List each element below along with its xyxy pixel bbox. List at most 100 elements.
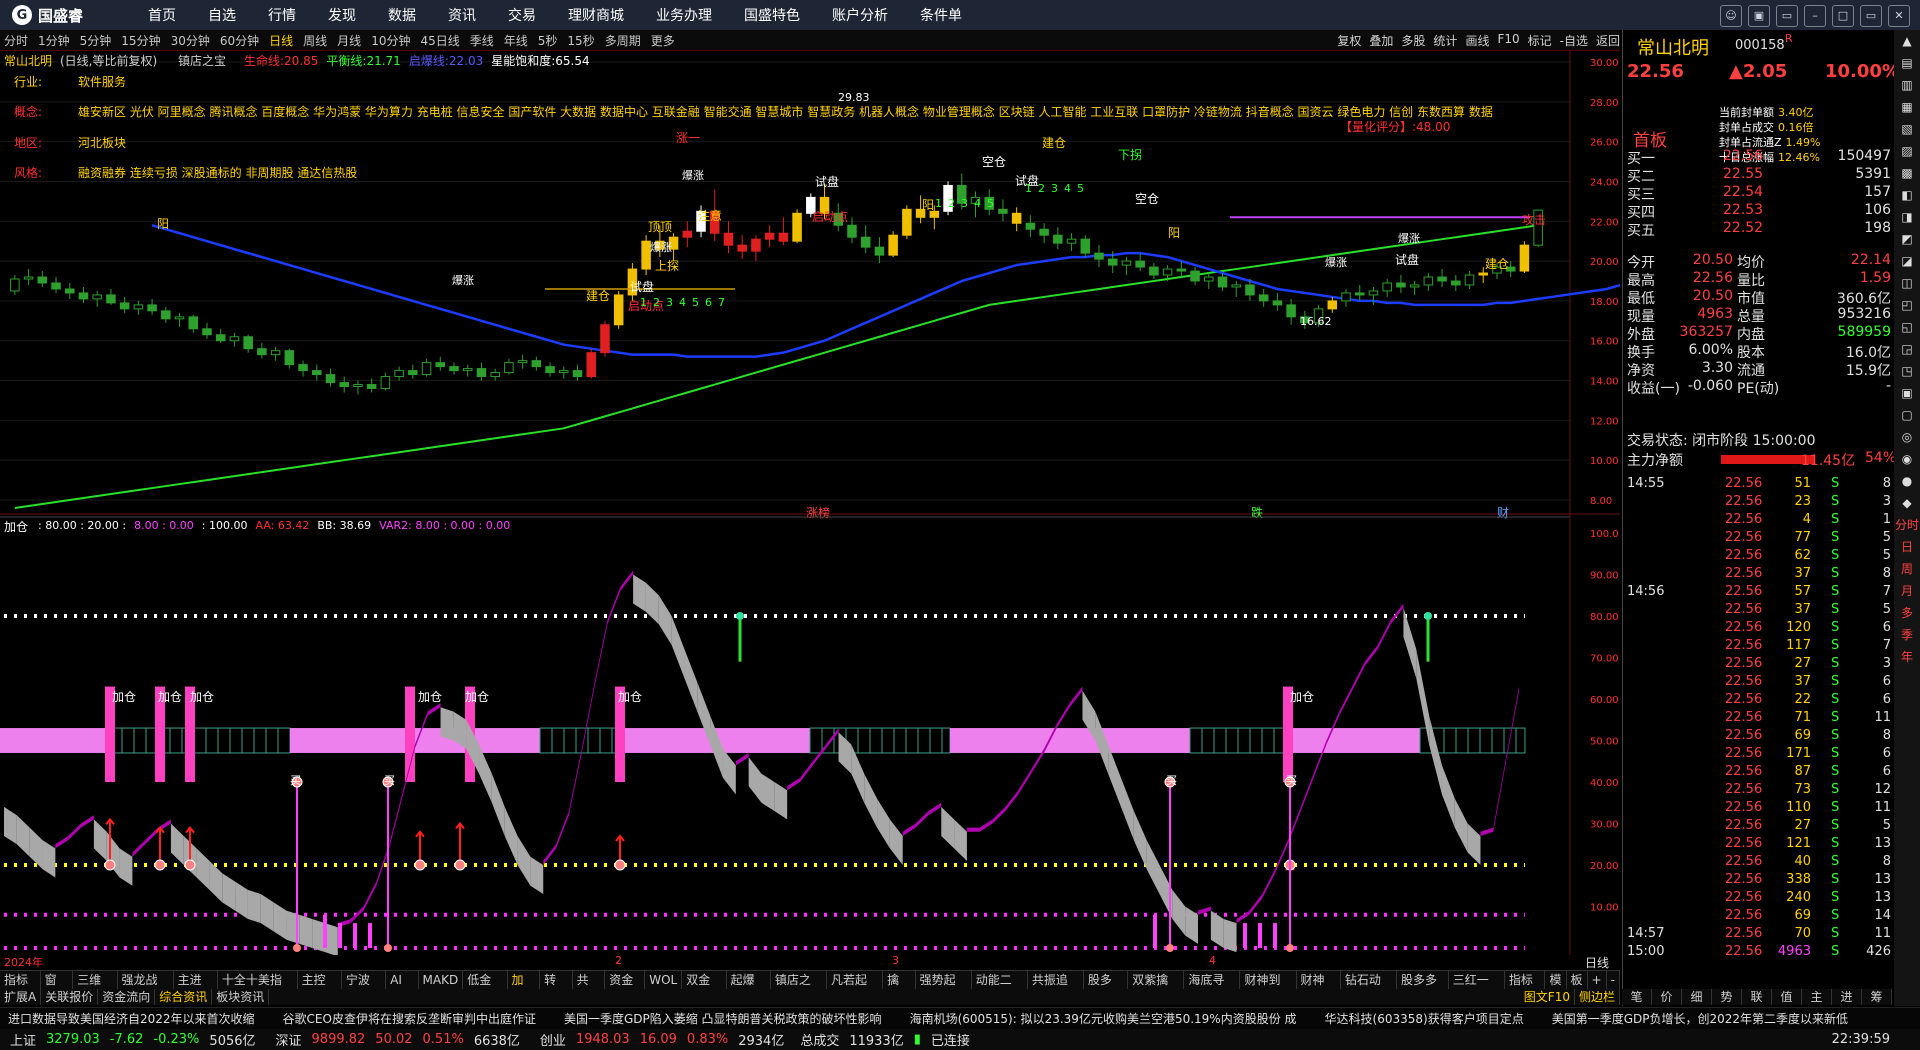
candle[interactable] — [23, 269, 34, 285]
index-name-2[interactable]: 创业 — [540, 1030, 566, 1049]
candle[interactable] — [586, 348, 596, 379]
order-row-2[interactable]: 买三 22.54 157 — [1627, 184, 1891, 203]
indicator-tab-14[interactable]: 资金2 — [605, 971, 646, 1005]
quote-tab-2[interactable]: 细 — [1682, 989, 1712, 1005]
tick-row[interactable]: 22.56 40 S 8 — [1627, 854, 1891, 872]
ext-tab-3[interactable]: 综合资讯 — [155, 989, 213, 1005]
candle[interactable] — [51, 277, 61, 293]
period-tab-5[interactable]: 60分钟 — [220, 32, 259, 49]
candle[interactable] — [339, 376, 349, 393]
chart-tool-5[interactable]: F10 — [1497, 32, 1519, 49]
candle[interactable] — [133, 300, 144, 315]
indicator-tab-25[interactable]: 双紫擒龙 — [1128, 971, 1185, 1005]
period-tab-13[interactable]: 5秒 — [538, 32, 558, 49]
toolbar-icon-17[interactable]: ▢ — [1894, 404, 1920, 426]
tick-row[interactable]: 22.56 71 S 11 — [1627, 710, 1891, 728]
tick-row[interactable]: 22.56 27 S 3 — [1627, 656, 1891, 674]
candle[interactable] — [504, 358, 514, 375]
candle[interactable] — [1149, 263, 1159, 280]
tick-row[interactable]: 22.56 87 S 6 — [1627, 764, 1891, 782]
candle[interactable] — [421, 358, 432, 377]
tick-row[interactable]: 22.56 240 S 13 — [1627, 890, 1891, 908]
period-tab-4[interactable]: 30分钟 — [171, 32, 210, 49]
toolbar-icon-20[interactable]: ● — [1894, 470, 1920, 492]
indicator-tab-24[interactable]: 股多多 — [1084, 971, 1129, 1005]
toolbar-icon-3[interactable]: ▦ — [1894, 96, 1920, 118]
menu-item-4[interactable]: 数据 — [388, 5, 416, 25]
candle[interactable] — [517, 354, 528, 369]
chart-tool-0[interactable]: 复权 — [1337, 32, 1361, 49]
candle[interactable] — [874, 237, 885, 264]
chart-tool-6[interactable]: 标记 — [1528, 32, 1552, 49]
indicator-tab-9[interactable]: MAKD — [419, 971, 464, 989]
index-name-0[interactable]: 上证 — [10, 1030, 36, 1049]
candle[interactable] — [202, 322, 212, 339]
ext-right-tab-0[interactable]: 图文F10 — [1520, 989, 1575, 1005]
candle[interactable] — [1286, 298, 1296, 325]
indicator-tab-21[interactable]: 强势起爆 — [916, 971, 972, 1005]
indicator-tab-33[interactable]: 模 — [1545, 971, 1567, 989]
indicator-tab-6[interactable]: 主控盘 — [298, 971, 342, 1005]
chart-tool-4[interactable]: 画线 — [1465, 32, 1489, 49]
candle[interactable] — [215, 328, 226, 343]
indicator-tab-26[interactable]: 海底寻宝 — [1184, 971, 1241, 1005]
period-tab-10[interactable]: 45日线 — [420, 32, 459, 49]
candle[interactable] — [10, 275, 20, 295]
sidebar-period-1[interactable]: 日 — [1894, 536, 1920, 558]
quote-tab-4[interactable]: 联 — [1742, 989, 1772, 1005]
candle[interactable] — [1025, 215, 1036, 238]
tick-row[interactable]: 22.56 27 S 5 — [1627, 818, 1891, 836]
candle[interactable] — [188, 314, 199, 333]
order-row-0[interactable]: 买一 22.56 150497 — [1627, 148, 1891, 167]
candle[interactable] — [723, 221, 734, 254]
sidebar-period-3[interactable]: 月 — [1894, 580, 1920, 602]
period-tab-16[interactable]: 更多 — [651, 32, 675, 49]
sidebar-period-0[interactable]: 分时 — [1894, 514, 1920, 536]
toolbar-icon-15[interactable]: ◳ — [1894, 360, 1920, 382]
candle[interactable] — [572, 364, 583, 381]
news-item-5[interactable]: 美国第一季度GDP负增长，创2022年第二季度以来新低 — [1552, 1010, 1848, 1027]
candle[interactable] — [243, 334, 253, 353]
candle[interactable] — [1204, 273, 1214, 289]
toolbar-icon-1[interactable]: ▤ — [1894, 52, 1920, 74]
toolbar-icon-2[interactable]: ▥ — [1894, 74, 1920, 96]
news-item-2[interactable]: 美国一季度GDP陷入萎缩 凸显特朗普关税政策的破坏性影响 — [564, 1010, 882, 1027]
indicator-chart[interactable]: 100.0 90.00 80.00 70.00 60.00 50.00 40.00 30.00… — [0, 515, 1620, 955]
sidebar-period-6[interactable]: 年 — [1894, 646, 1920, 668]
tick-row[interactable]: 14:56 22.56 57 S 7 — [1627, 584, 1891, 602]
candle[interactable] — [1039, 223, 1049, 244]
indicator-tab-12[interactable]: 转点 — [540, 971, 573, 1005]
order-row-3[interactable]: 买四 22.53 106 — [1627, 202, 1891, 221]
quote-tab-5[interactable]: 值 — [1772, 989, 1802, 1005]
candle[interactable] — [435, 356, 446, 371]
tick-row[interactable]: 22.56 69 S 14 — [1627, 908, 1891, 926]
menu-item-2[interactable]: 行情 — [268, 5, 296, 25]
menu-item-6[interactable]: 交易 — [508, 5, 536, 25]
candle[interactable] — [462, 364, 473, 377]
tick-row[interactable]: 22.56 117 S 7 — [1627, 638, 1891, 656]
candle[interactable] — [1451, 275, 1461, 291]
indicator-tab-19[interactable]: 凡若起爆 — [827, 971, 884, 1005]
candle[interactable] — [476, 362, 487, 381]
quote-tab-3[interactable]: 势 — [1712, 989, 1742, 1005]
indicator-tab-8[interactable]: AI龙 — [386, 971, 419, 1005]
indicator-tab-23[interactable]: 共振追涨 — [1028, 971, 1084, 1005]
indicator-tab-5[interactable]: 十全十美指标 — [218, 971, 298, 1005]
chart-tool-8[interactable]: 返回 — [1596, 32, 1620, 49]
indicator-tab-35[interactable]: + — [1588, 971, 1607, 989]
candle[interactable] — [1190, 267, 1200, 285]
candle[interactable] — [449, 362, 459, 375]
indicator-tab-13[interactable]: 共振 — [573, 971, 606, 1005]
quote-tab-8[interactable]: 筹 — [1862, 989, 1892, 1005]
message-icon[interactable]: ☺ — [1720, 5, 1742, 27]
toolbar-icon-16[interactable]: ▣ — [1894, 382, 1920, 404]
tick-row[interactable]: 14:57 22.56 70 S 11 — [1627, 926, 1891, 944]
candle[interactable] — [1066, 233, 1077, 252]
candle[interactable] — [284, 348, 295, 369]
indicator-tab-7[interactable]: 宁波帧 — [342, 971, 387, 1005]
menu-item-0[interactable]: 首页 — [148, 5, 176, 25]
menu-item-5[interactable]: 资讯 — [448, 5, 476, 25]
toolbar-icon-7[interactable]: ◧ — [1894, 184, 1920, 206]
tick-row[interactable]: 22.56 62 S 5 — [1627, 548, 1891, 566]
maximize-icon[interactable]: □ — [1832, 5, 1854, 27]
